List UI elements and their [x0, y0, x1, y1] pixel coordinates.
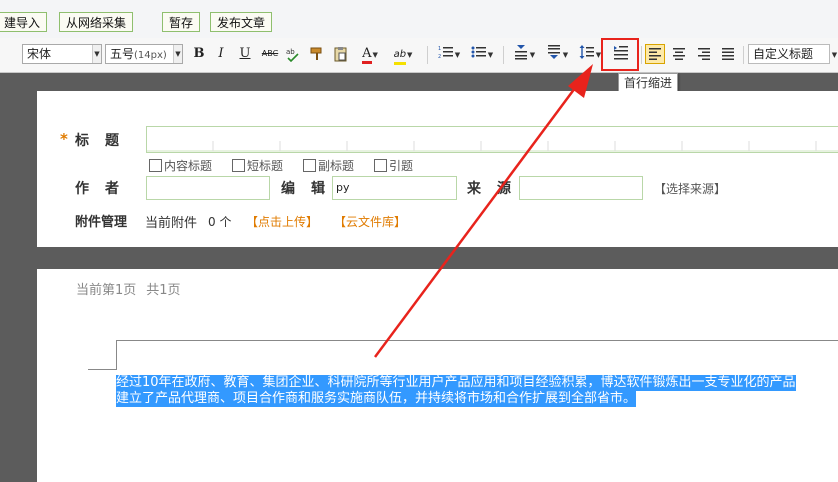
align-center-button[interactable]	[669, 43, 689, 65]
editor-label: 编 辑	[281, 181, 326, 197]
toolbar-divider	[427, 46, 428, 64]
editor-toolbar: 宋体 ▼ 五号(14px) ▼ B I U ABC ab A▼ ab▼ 1 2 ▼ …	[0, 38, 838, 73]
chevron-down-icon: ▼	[562, 51, 569, 59]
strikethrough-button[interactable]: ABC	[259, 43, 281, 65]
chevron-down-icon: ▼	[487, 51, 494, 59]
chevron-down-icon: ▼	[454, 51, 461, 59]
align-left-button[interactable]	[645, 44, 665, 64]
chevron-down-icon: ▼	[407, 51, 413, 59]
title-ruler	[147, 141, 838, 152]
attachment-count: 0 个	[208, 215, 232, 229]
svg-text:1: 1	[438, 46, 441, 52]
line-height-button[interactable]: ▼	[576, 43, 604, 65]
paragraph-spacing-before-button[interactable]: ▼	[510, 43, 538, 65]
required-mark: *	[60, 130, 68, 148]
import-button[interactable]: 建导入	[0, 12, 48, 32]
first-line-indent-tooltip: 首行缩进	[618, 73, 679, 93]
highlight-color-button[interactable]: ab▼	[388, 43, 418, 65]
selected-text-line[interactable]: 建立了产品代理商、项目合作商和服务实施商队伍，并持续将市场和合作扩展到全部省市。	[116, 391, 637, 407]
font-family-select[interactable]: 宋体 ▼	[22, 44, 102, 64]
source-label: 来 源	[467, 181, 512, 197]
upload-link[interactable]: 【点击上传】	[246, 213, 318, 230]
bold-button[interactable]: B	[190, 43, 208, 65]
chevron-down-icon: ▼	[372, 51, 378, 59]
checkbox-box[interactable]	[303, 159, 316, 172]
selected-text-line[interactable]: 经过10年在政府、教育、集团企业、科研院所等行业用户产品应用和项目经验积累，博达…	[116, 375, 796, 391]
checkbox-lead-title[interactable]: 引题	[374, 157, 413, 174]
save-draft-button[interactable]: 暂存	[162, 12, 201, 32]
paste-text-icon[interactable]	[332, 43, 350, 65]
checkbox-short-title[interactable]: 短标题	[232, 157, 283, 174]
page-margin-mark	[88, 369, 116, 370]
highlight-label: ab	[393, 48, 407, 65]
chevron-down-icon: ▼	[173, 45, 182, 63]
toolbar-divider	[743, 46, 744, 64]
title-label: 标 题	[75, 133, 120, 149]
italic-button[interactable]: I	[212, 43, 230, 65]
svg-text:ab: ab	[286, 48, 295, 56]
checkbox-label: 内容标题	[164, 159, 213, 173]
toolbar-divider	[503, 46, 504, 64]
checkbox-box[interactable]	[149, 159, 162, 172]
checkbox-label: 短标题	[247, 159, 284, 173]
font-size-px: (14px)	[134, 50, 167, 61]
chevron-down-icon: ▼	[92, 45, 101, 63]
checkbox-subtitle[interactable]: 副标题	[303, 157, 354, 174]
font-size-select[interactable]: 五号(14px) ▼	[105, 44, 183, 64]
total-pages: 共1页	[146, 283, 181, 298]
page-margin-mark	[116, 340, 838, 370]
publish-article-button[interactable]: 发布文章	[210, 12, 273, 32]
font-size-value: 五号	[110, 47, 135, 61]
underline-button[interactable]: U	[236, 43, 254, 65]
spellcheck-icon[interactable]: ab	[284, 43, 302, 65]
author-label: 作 者	[75, 181, 120, 197]
font-color-button[interactable]: A▼	[356, 43, 384, 65]
source-input[interactable]	[519, 176, 643, 200]
page-indicator: 当前第1页 共1页	[76, 279, 181, 298]
heading-style-value: 自定义标题	[753, 47, 814, 61]
paragraph-spacing-after-button[interactable]: ▼	[543, 43, 571, 65]
ordered-list-button[interactable]: 1 2 ▼	[435, 43, 463, 65]
collect-from-web-button[interactable]: 从网络采集	[59, 12, 134, 32]
checkbox-box[interactable]	[232, 159, 245, 172]
chevron-down-icon[interactable]: ▼	[830, 43, 838, 65]
svg-text:2: 2	[438, 54, 441, 59]
chevron-down-icon: ▼	[529, 51, 536, 59]
cloud-library-link[interactable]: 【云文件库】	[334, 213, 406, 230]
align-right-button[interactable]	[694, 43, 714, 65]
unordered-list-button[interactable]: ▼	[468, 43, 496, 65]
current-attachment-label: 当前附件	[145, 216, 198, 231]
title-input[interactable]	[146, 126, 838, 153]
format-painter-icon[interactable]	[308, 43, 326, 65]
top-action-bar: 建导入 从网络采集 暂存 发布文章	[0, 0, 838, 39]
heading-style-select[interactable]: 自定义标题	[748, 44, 830, 64]
checkbox-label: 副标题	[318, 159, 355, 173]
attachment-label: 附件管理	[75, 215, 128, 230]
font-family-value: 宋体	[27, 47, 52, 61]
editor-input[interactable]: py	[332, 176, 457, 200]
align-justify-button[interactable]	[718, 43, 738, 65]
font-color-label: A	[362, 46, 372, 64]
highlight-box	[601, 38, 639, 71]
checkbox-content-title[interactable]: 内容标题	[149, 157, 212, 174]
choose-source-link[interactable]: 【选择来源】	[654, 180, 726, 197]
current-page: 当前第1页	[76, 283, 137, 298]
checkbox-label: 引题	[389, 159, 414, 173]
toolbar-divider	[641, 46, 642, 64]
checkbox-box[interactable]	[374, 159, 387, 172]
author-input[interactable]	[146, 176, 270, 200]
